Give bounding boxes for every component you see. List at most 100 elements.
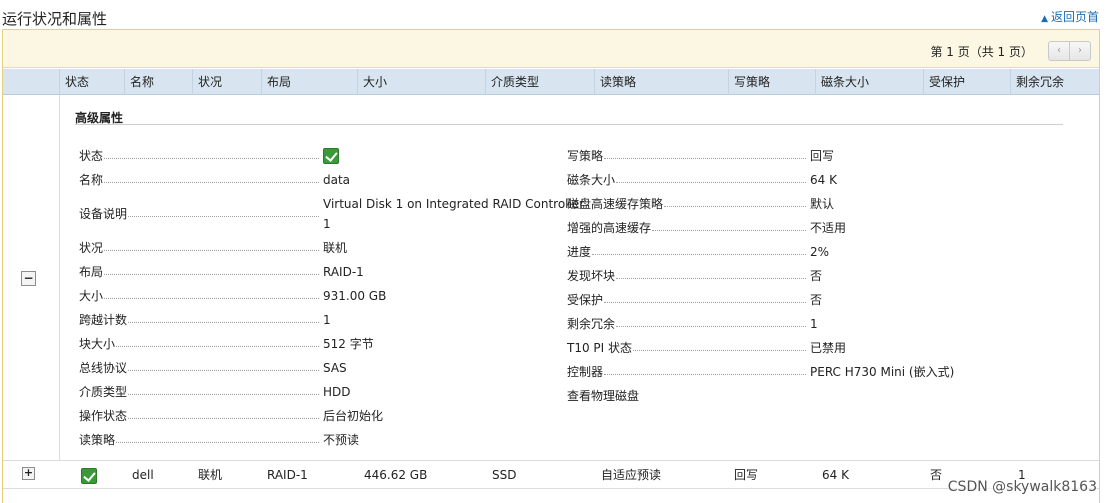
prop-write-policy: 写策略 [567, 146, 810, 166]
prop-operational-state: 操作状态 [79, 406, 323, 426]
prop-label: 控制器 [567, 365, 604, 379]
prop-value: 1 [323, 217, 331, 231]
prop-label: 读策略 [79, 433, 116, 447]
row-read-policy-cell: 自适应预读 [601, 468, 662, 482]
prop-value: 512 字节 [323, 337, 374, 351]
prop-bus-protocol: 总线协议 [79, 358, 323, 378]
prop-value: 后台初始化 [323, 409, 384, 423]
prop-label: 受保护 [567, 293, 604, 307]
prop-value: 默认 [810, 197, 835, 211]
row-size-cell: 446.62 GB [364, 468, 428, 482]
prop-label: 总线协议 [79, 361, 128, 375]
prop-progress: 进度 [567, 242, 810, 262]
page-title: 运行状况和属性 [2, 10, 108, 28]
prop-value: 回写 [810, 149, 835, 163]
prop-name: 名称 [79, 170, 323, 190]
prop-label: 介质类型 [79, 385, 128, 399]
row-layout-cell: RAID-1 [267, 468, 308, 482]
prop-controller: 控制器 [567, 362, 810, 382]
section-divider [75, 124, 1063, 125]
prop-value: 1 [810, 317, 818, 331]
next-page-button[interactable]: › [1069, 42, 1090, 60]
watermark: CSDN @skywalk8163 [947, 479, 1097, 495]
col-read-policy[interactable]: 读策略 [594, 69, 636, 95]
col-protected[interactable]: 受保护 [923, 69, 965, 95]
row-status-cell [76, 461, 97, 489]
prop-t10-pi-status: T10 PI 状态 [567, 338, 810, 358]
check-icon [81, 467, 97, 484]
prop-read-policy: 读策略 [79, 430, 323, 450]
pager-text: 第 1 页（共 1 页） [930, 45, 1033, 59]
view-physical-disks-link[interactable]: 查看物理磁盘 [567, 386, 639, 406]
row-name-cell: dell [132, 468, 154, 482]
prop-label: T10 PI 状态 [567, 341, 633, 355]
prop-value: Virtual Disk 1 on Integrated RAID Contro… [323, 197, 585, 211]
col-condition[interactable]: 状况 [192, 69, 222, 95]
prev-page-button[interactable]: ‹ [1049, 42, 1069, 60]
expand-row-button[interactable]: + [22, 467, 35, 480]
back-to-top-link[interactable]: ▲ 返回页首 [1041, 8, 1099, 25]
prop-value: 不适用 [810, 221, 847, 235]
table-row[interactable]: + dell 联机 RAID-1 446.62 GB SSD 自适应预读 回写 … [3, 461, 1099, 489]
prop-span-count: 跨越计数 [79, 310, 323, 330]
prop-value: 否 [810, 269, 823, 283]
prop-label: 磁盘高速缓存策略 [567, 197, 664, 211]
prop-value: data [323, 173, 351, 187]
prop-label: 跨越计数 [79, 313, 128, 327]
prop-remaining-redundancy: 剩余冗余 [567, 314, 810, 334]
prop-description: 设备说明 [79, 204, 323, 224]
prop-label: 名称 [79, 173, 104, 187]
prop-value: RAID-1 [323, 265, 364, 279]
prop-label: 磁条大小 [567, 173, 616, 187]
prop-size: 大小 [79, 286, 323, 306]
status-ok-icon [323, 148, 339, 164]
prop-value: 联机 [323, 241, 348, 255]
row-stripe-cell: 64 K [822, 468, 849, 482]
col-status[interactable]: 状态 [59, 69, 89, 95]
virtual-disk-panel: 第 1 页（共 1 页） ‹ › 状态 名称 状况 布局 大小 介质类型 读策略… [2, 29, 1100, 503]
col-media-type[interactable]: 介质类型 [485, 69, 539, 95]
triangle-up-icon: ▲ [1041, 14, 1048, 24]
prop-value: 64 K [810, 173, 837, 187]
row-media-cell: SSD [492, 468, 517, 482]
prop-value: SAS [323, 361, 347, 375]
row-write-policy-cell: 回写 [734, 468, 759, 482]
prop-protected: 受保护 [567, 290, 810, 310]
prop-label: 状况 [79, 241, 104, 255]
prop-value: 2% [810, 245, 830, 259]
col-layout[interactable]: 布局 [261, 69, 291, 95]
col-write-policy[interactable]: 写策略 [728, 69, 770, 95]
prop-label: 状态 [79, 149, 104, 163]
prop-value: HDD [323, 385, 351, 399]
prop-disk-cache-policy: 磁盘高速缓存策略 [567, 194, 810, 214]
table-header: 状态 名称 状况 布局 大小 介质类型 读策略 写策略 磁条大小 受保护 剩余冗… [3, 69, 1099, 95]
col-remaining-redundancy[interactable]: 剩余冗余 [1010, 69, 1064, 95]
prop-label: 操作状态 [79, 409, 128, 423]
prop-label: 增强的高速缓存 [567, 221, 652, 235]
prop-block-size: 块大小 [79, 334, 323, 354]
col-size[interactable]: 大小 [357, 69, 387, 95]
prop-value: 931.00 GB [323, 289, 387, 303]
col-stripe-size[interactable]: 磁条大小 [815, 69, 869, 95]
prop-value: 否 [810, 293, 823, 307]
prop-status: 状态 [79, 146, 323, 166]
collapse-row-button[interactable]: − [21, 271, 36, 286]
pager-buttons: ‹ › [1048, 41, 1091, 61]
row-condition-cell: 联机 [198, 468, 223, 482]
prop-value: 1 [323, 313, 331, 327]
prop-layout: 布局 [79, 262, 323, 282]
check-icon [323, 148, 339, 164]
back-to-top-label: 返回页首 [1050, 10, 1099, 24]
prop-label: 写策略 [567, 149, 604, 163]
row-protected-cell: 否 [930, 468, 943, 482]
prop-label: 块大小 [79, 337, 116, 351]
controller-link[interactable]: PERC H730 Mini (嵌入式) [810, 362, 954, 382]
prop-label: 剩余冗余 [567, 317, 616, 331]
col-name[interactable]: 名称 [124, 69, 154, 95]
prop-enhanced-cache: 增强的高速缓存 [567, 218, 810, 238]
prop-condition: 状况 [79, 238, 323, 258]
prop-label: 发现坏块 [567, 269, 616, 283]
prop-label: 进度 [567, 245, 592, 259]
prop-media-type: 介质类型 [79, 382, 323, 402]
prop-label: 大小 [79, 289, 104, 303]
